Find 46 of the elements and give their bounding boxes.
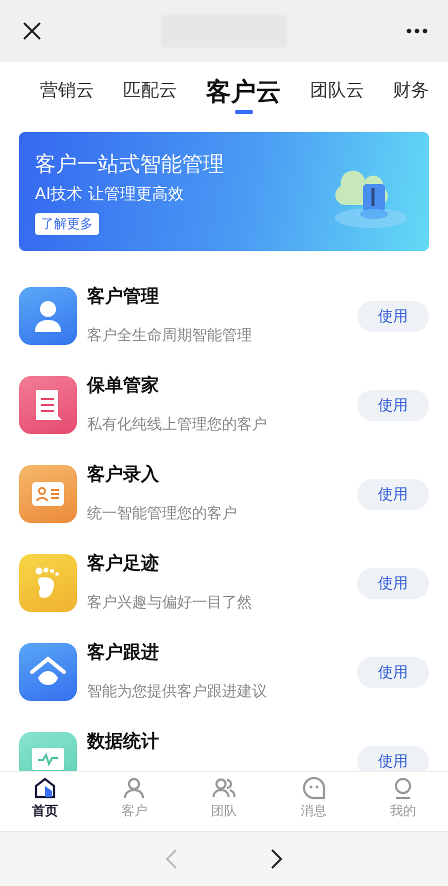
app-description: 智能为您提供客户跟进建议: [87, 681, 268, 701]
category-tab[interactable]: 团队云: [310, 79, 364, 103]
team-icon: [212, 776, 236, 800]
home-icon: [32, 776, 57, 800]
banner-subtitle: AI技术 让管理更高效: [35, 184, 184, 204]
person-icon: [33, 299, 63, 333]
app-description: 客户全生命周期智能管理: [87, 325, 253, 345]
category-tab[interactable]: 客户云: [206, 76, 281, 114]
app-name: 客户录入: [87, 463, 160, 487]
category-tab[interactable]: 财务: [393, 79, 429, 103]
chat-icon: [302, 776, 326, 800]
app-description: 统一智能管理您的客户: [87, 503, 238, 523]
nav-tab[interactable]: 团队: [188, 772, 259, 831]
use-button[interactable]: 使用: [357, 300, 429, 332]
promo-banner[interactable]: 客户一站式智能管理 AI技术 让管理更高效 了解更多: [19, 132, 429, 251]
use-button[interactable]: 使用: [357, 568, 429, 598]
use-button[interactable]: 使用: [357, 746, 429, 771]
app-icon[interactable]: [19, 376, 77, 434]
app-name: 客户管理: [87, 285, 160, 309]
app-name: 客户足迹: [87, 552, 160, 576]
app-name: 数据统计: [87, 730, 160, 754]
forward-button[interactable]: [270, 848, 284, 870]
app-name: 客户跟进: [87, 641, 160, 665]
nav-tab[interactable]: 客户: [99, 772, 170, 831]
more-button[interactable]: [406, 28, 428, 34]
app-description: 客户兴趣与偏好一目了然: [87, 592, 253, 612]
learn-more-button[interactable]: 了解更多: [35, 213, 99, 235]
document-icon: [33, 388, 63, 422]
house-icon: [30, 656, 66, 688]
app-name: 保单管家: [87, 374, 160, 398]
category-tab[interactable]: 营销云: [40, 79, 94, 103]
category-tab[interactable]: 匹配云: [123, 79, 177, 103]
app-icon[interactable]: [19, 643, 77, 701]
use-button[interactable]: 使用: [357, 390, 429, 420]
use-button[interactable]: 使用: [357, 656, 429, 688]
nav-tab[interactable]: 首页: [10, 772, 80, 831]
app-description: 私有化纯线上管理您的客户: [87, 414, 268, 434]
app-icon[interactable]: [19, 287, 77, 345]
contact-card-icon: [32, 482, 64, 506]
close-button[interactable]: [22, 21, 42, 41]
app-icon[interactable]: [19, 465, 77, 523]
nav-tab[interactable]: 消息: [278, 772, 349, 831]
person-icon: [122, 776, 146, 800]
banner-title: 客户一站式智能管理: [35, 151, 224, 178]
nav-tab[interactable]: 我的: [368, 772, 438, 831]
use-button[interactable]: 使用: [357, 478, 429, 510]
